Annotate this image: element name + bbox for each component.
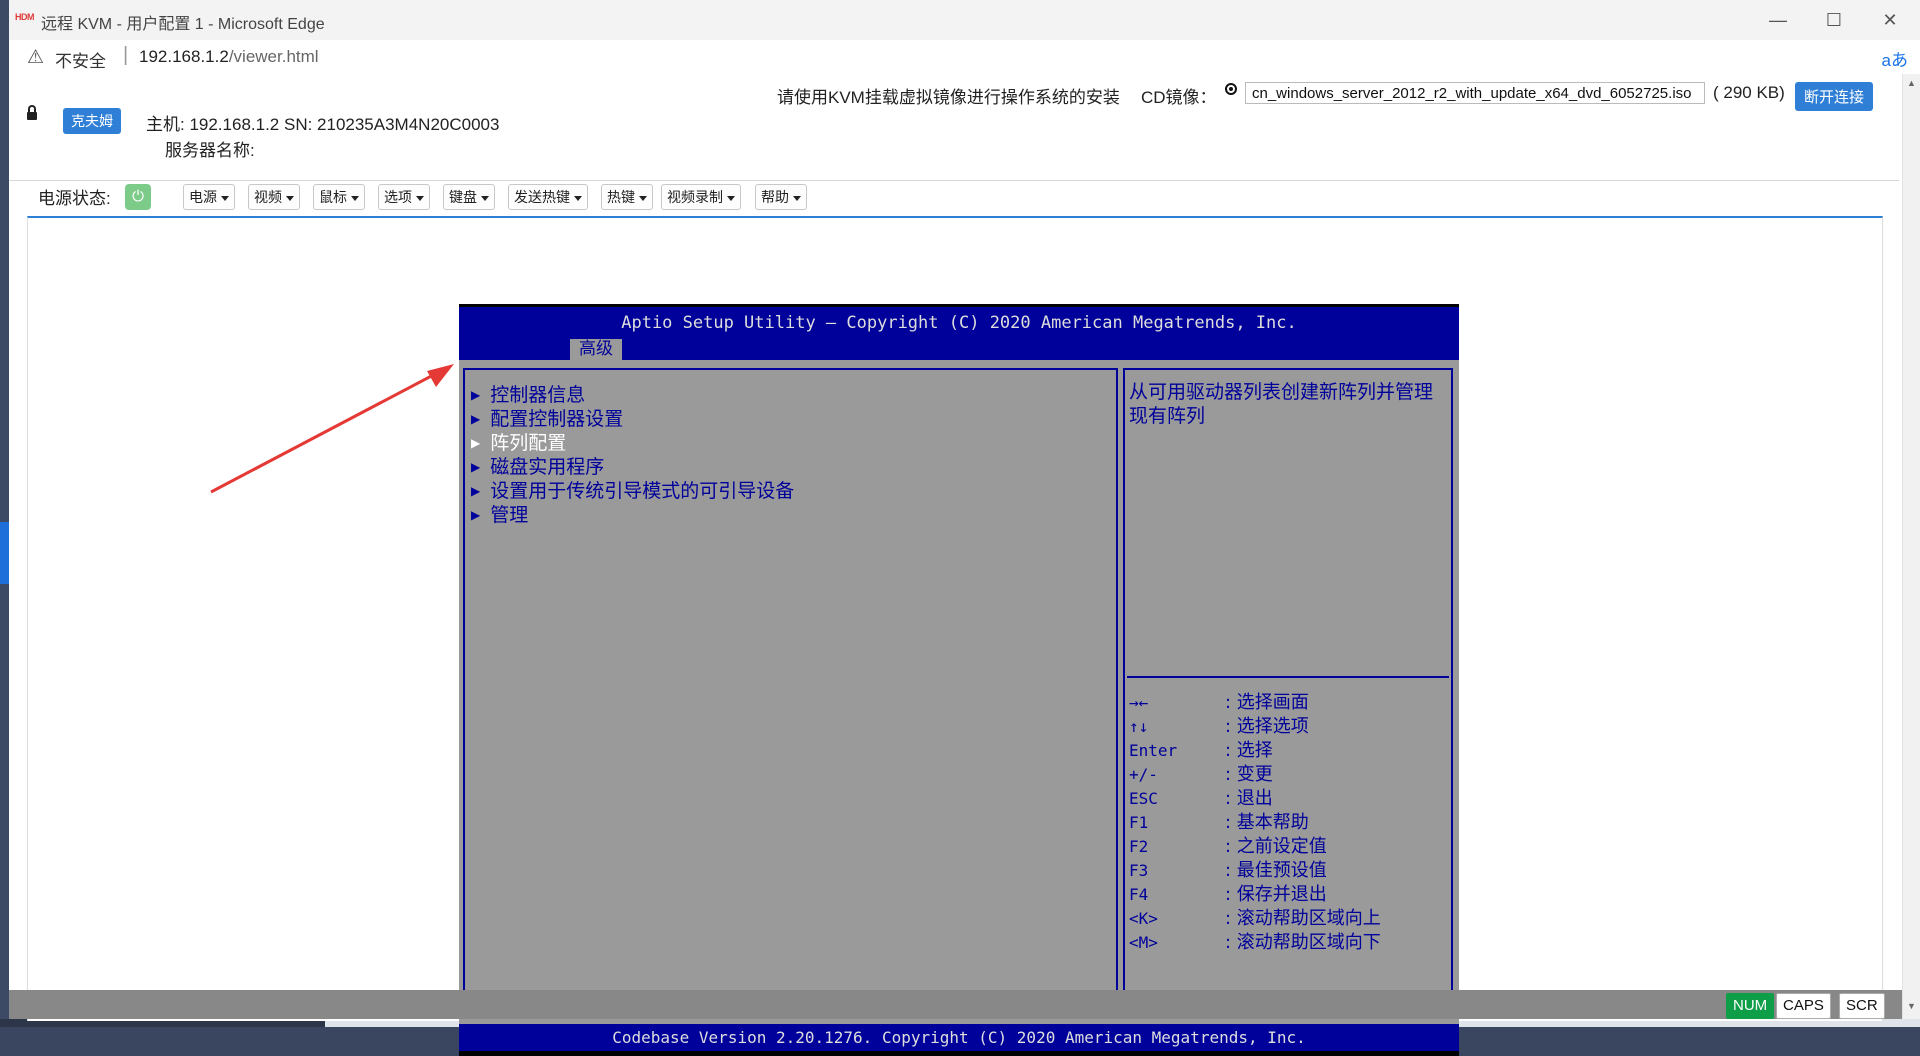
bios-footer: Codebase Version 2.20.1276. Copyright (C… — [459, 1024, 1459, 1051]
read-aloud-icon[interactable]: aあ — [1882, 46, 1908, 71]
key-hint: F4: 保存并退出 — [1129, 884, 1327, 905]
num-lock-indicator[interactable]: NUM — [1726, 993, 1775, 1019]
bios-title: Aptio Setup Utility – Copyright (C) 2020… — [621, 313, 1297, 333]
triangle-right-icon: ▶ — [471, 508, 481, 522]
address-bar: ⚠ 不安全 | 192.168.1.2/viewer.html aあ — [9, 40, 1920, 74]
app-logo: HDM — [15, 12, 35, 22]
minimize-button[interactable]: — — [1750, 0, 1806, 40]
key-hint: F2: 之前设定值 — [1129, 836, 1327, 857]
caret-down-icon — [481, 195, 489, 201]
address-separator: | — [123, 44, 129, 66]
bios-body: ▶ 控制器信息 ▶ 配置控制器设置 ▶ 阵列配置 ▶ 磁盘实用程序 ▶ 设置用于传统引导模… — [459, 360, 1459, 1024]
scroll-lock-indicator[interactable]: SCR — [1839, 993, 1885, 1019]
remote-screen[interactable]: Aptio Setup Utility – Copyright (C) 2020… — [459, 304, 1459, 1056]
triangle-right-icon: ▶ — [471, 484, 481, 498]
taskbar-accent — [0, 522, 9, 584]
bios-item-administration[interactable]: ▶ 管理 — [471, 500, 528, 527]
disconnect-button[interactable]: 断开连接 — [1795, 82, 1874, 111]
browser-window: HDM 远程 KVM - 用户配置 1 - Microsoft Edge — ☐… — [9, 0, 1920, 1056]
caret-down-icon — [793, 195, 801, 201]
bios-item-legacy-boot[interactable]: ▶ 设置用于传统引导模式的可引导设备 — [471, 476, 794, 503]
warning-icon[interactable]: ⚠ — [27, 46, 44, 69]
caret-down-icon — [727, 195, 735, 201]
key-hint: +/-: 变更 — [1129, 764, 1273, 785]
key-hint: <K>: 滚动帮助区域向上 — [1129, 908, 1381, 929]
key-hint: Enter: 选择 — [1129, 740, 1273, 761]
key-hint: ESC: 退出 — [1129, 788, 1273, 809]
menu-hotkey[interactable]: 热键 — [601, 184, 653, 210]
status-bar: NUM CAPS SCR — [9, 990, 1903, 1019]
scroll-up-icon[interactable]: ▲ — [1907, 78, 1916, 88]
vertical-scrollbar[interactable]: ▲ ▼ — [1902, 74, 1920, 1019]
bios-help-panel: 从可用驱动器列表创建新阵列并管理现有阵列 →←: 选择画面 ↑↓: 选择选项 E… — [1123, 368, 1453, 1014]
bios-tab-advanced[interactable]: 高级 — [570, 339, 622, 360]
cd-install-note: 请使用KVM挂载虚拟镜像进行操作系统的安装 — [777, 88, 1120, 107]
arrow-head — [427, 364, 454, 387]
menu-send-hotkey[interactable]: 发送热键 — [508, 184, 588, 210]
triangle-right-icon: ▶ — [471, 460, 481, 474]
key-hint: →←: 选择画面 — [1129, 692, 1309, 713]
bios-help-text: 从可用驱动器列表创建新阵列并管理现有阵列 — [1129, 381, 1434, 427]
bios-header: Aptio Setup Utility – Copyright (C) 2020… — [459, 307, 1459, 360]
title-bar: HDM 远程 KVM - 用户配置 1 - Microsoft Edge — ☐… — [9, 0, 1920, 40]
bios-item-controller-info[interactable]: ▶ 控制器信息 — [471, 380, 585, 407]
key-hint: <M>: 滚动帮助区域向下 — [1129, 932, 1381, 953]
caret-down-icon — [574, 195, 582, 201]
arrow-shaft — [210, 370, 440, 494]
desktop-left-strip — [0, 0, 9, 1027]
page-viewport: 克夫姆 主机: 192.168.1.2 SN: 210235A3M4N20C00… — [9, 74, 1920, 1056]
security-label[interactable]: 不安全 — [55, 47, 106, 72]
triangle-right-icon: ▶ — [471, 436, 481, 450]
bios-help-divider — [1127, 676, 1449, 678]
close-button[interactable]: ✕ — [1862, 0, 1918, 40]
caps-lock-indicator[interactable]: CAPS — [1776, 993, 1831, 1019]
scroll-down-icon[interactable]: ▼ — [1907, 1001, 1916, 1011]
window-title: 远程 KVM - 用户配置 1 - Microsoft Edge — [41, 16, 325, 33]
bios-menu-panel: ▶ 控制器信息 ▶ 配置控制器设置 ▶ 阵列配置 ▶ 磁盘实用程序 ▶ 设置用于传统引导模… — [463, 368, 1118, 1014]
url-host: 192.168.1.2 — [139, 47, 229, 66]
caret-down-icon — [639, 195, 647, 201]
key-hint: F3: 最佳预设值 — [1129, 860, 1327, 881]
triangle-right-icon: ▶ — [471, 412, 481, 426]
menu-help[interactable]: 帮助 — [755, 184, 807, 210]
cd-image-size: ( 290 KB) — [1713, 83, 1785, 102]
cd-disc-icon — [1225, 83, 1237, 95]
maximize-button[interactable]: ☐ — [1806, 0, 1862, 40]
triangle-right-icon: ▶ — [471, 388, 481, 402]
url-field[interactable]: 192.168.1.2/viewer.html — [139, 47, 319, 67]
cd-image-label: CD镜像： — [1141, 88, 1217, 107]
menu-video-record[interactable]: 视频录制 — [661, 184, 741, 210]
bios-item-array-config[interactable]: ▶ 阵列配置 — [471, 428, 566, 455]
annotation-arrow — [210, 364, 454, 494]
bios-item-disk-utilities[interactable]: ▶ 磁盘实用程序 — [471, 452, 604, 479]
cd-image-file-field[interactable]: cn_windows_server_2012_r2_with_update_x6… — [1245, 82, 1705, 104]
key-hint: F1: 基本帮助 — [1129, 812, 1309, 833]
key-hint: ↑↓: 选择选项 — [1129, 716, 1309, 737]
bios-item-configure-controller[interactable]: ▶ 配置控制器设置 — [471, 404, 623, 431]
url-path: /viewer.html — [228, 47, 319, 66]
